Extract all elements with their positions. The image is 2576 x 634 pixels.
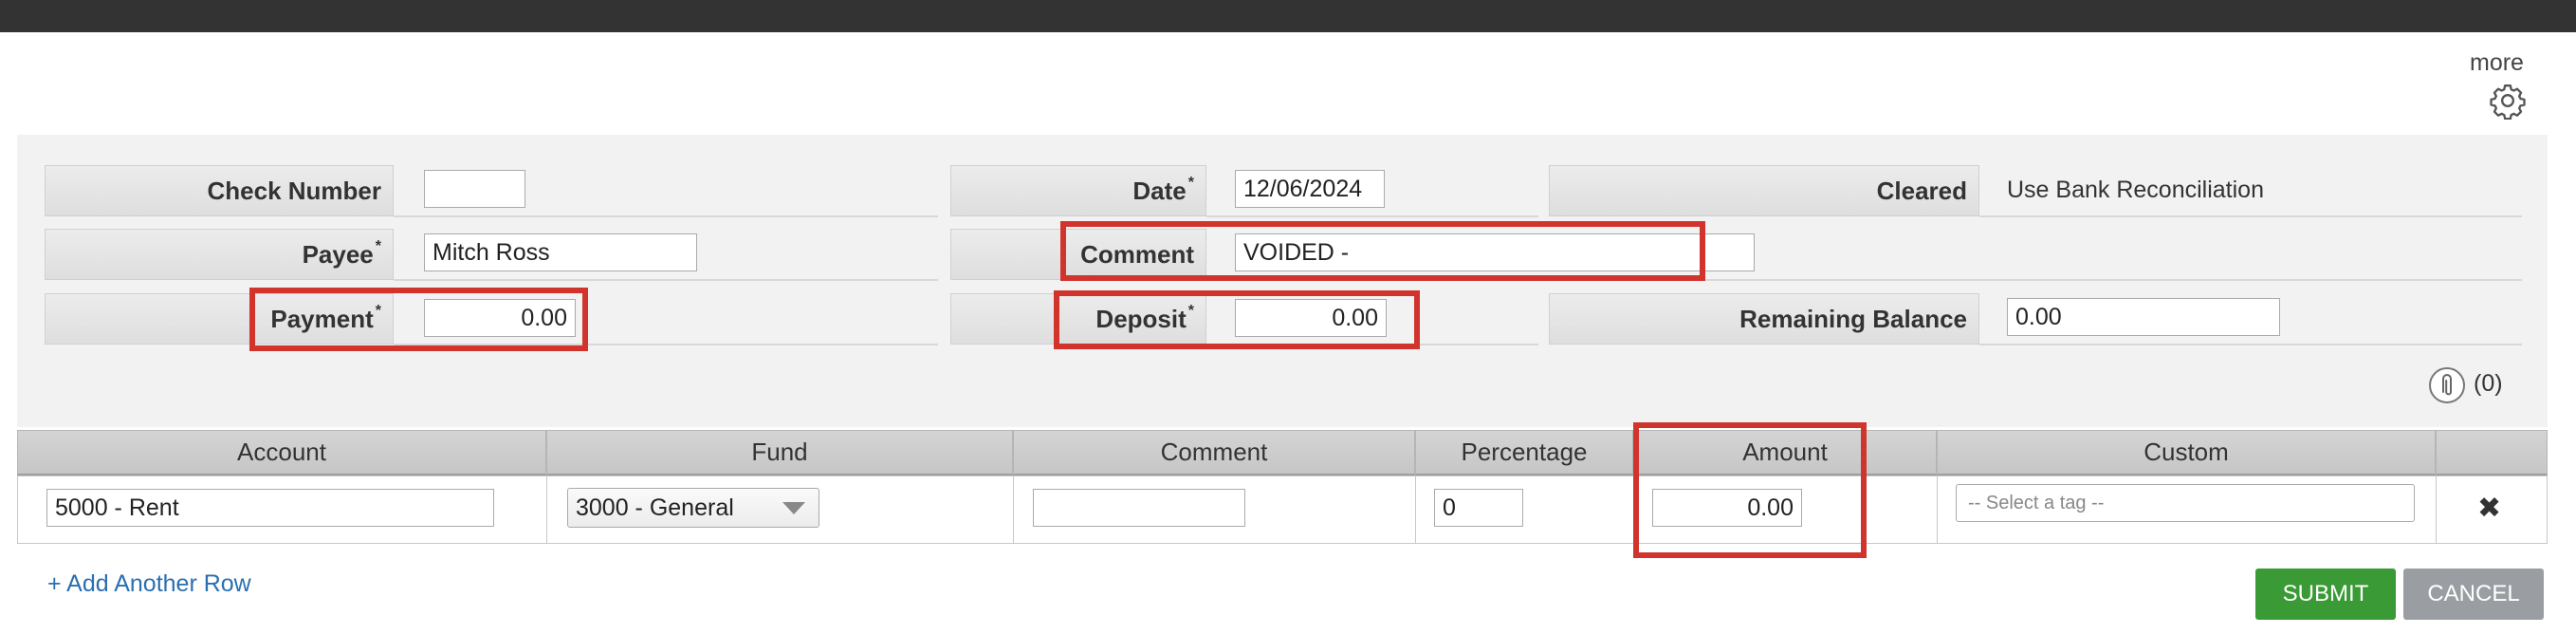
field-underline: [394, 215, 938, 217]
gear-icon[interactable]: [2489, 82, 2527, 120]
delete-row-icon[interactable]: ✖: [2477, 492, 2501, 525]
fund-select-value: 3000 - General: [576, 494, 734, 521]
paperclip-icon[interactable]: [2428, 366, 2466, 404]
chevron-down-icon: [782, 502, 805, 514]
column-header-actions: [2436, 430, 2548, 476]
cancel-button[interactable]: CANCEL: [2403, 569, 2544, 620]
column-header-fund: Fund: [546, 430, 1013, 476]
column-divider: [546, 476, 547, 544]
column-divider: [2436, 476, 2437, 544]
column-header-comment: Comment: [1013, 430, 1415, 476]
field-underline: [1979, 215, 2522, 217]
column-header-account: Account: [17, 430, 546, 476]
top-bar: [0, 0, 2576, 32]
attachment-count: (0): [2474, 370, 2503, 397]
fund-select[interactable]: 3000 - General: [567, 488, 819, 528]
payee-input[interactable]: [424, 233, 697, 271]
custom-tag-select[interactable]: -- Select a tag --: [1956, 484, 2415, 522]
check-number-label: Check Number: [45, 165, 394, 216]
highlight-box-deposit: [1054, 290, 1420, 349]
column-divider: [1415, 476, 1416, 544]
row-comment-input[interactable]: [1033, 489, 1245, 527]
account-input[interactable]: [46, 489, 494, 527]
date-label: Date *: [950, 165, 1206, 216]
add-another-row-link[interactable]: + Add Another Row: [47, 570, 251, 598]
column-divider: [1937, 476, 1938, 544]
cleared-value: Use Bank Reconciliation: [2007, 177, 2264, 203]
submit-button[interactable]: SUBMIT: [2255, 569, 2396, 620]
percentage-input[interactable]: [1434, 489, 1523, 527]
more-label[interactable]: more: [2470, 49, 2524, 77]
highlight-box-amount: [1633, 422, 1867, 558]
date-input[interactable]: [1235, 170, 1385, 208]
remaining-balance-label: Remaining Balance: [1549, 293, 1979, 345]
highlight-box-payment: [249, 288, 588, 351]
field-underline: [1979, 344, 2522, 345]
column-header-custom: Custom: [1937, 430, 2436, 476]
field-underline: [394, 279, 938, 281]
field-underline: [1206, 215, 1538, 217]
payee-label: Payee *: [45, 229, 394, 280]
cleared-label: Cleared: [1549, 165, 1979, 216]
check-number-input[interactable]: [424, 170, 525, 208]
column-divider: [1013, 476, 1014, 544]
remaining-balance-input[interactable]: [2007, 298, 2280, 336]
highlight-box-comment: [1060, 221, 1705, 281]
column-header-percentage: Percentage: [1415, 430, 1633, 476]
custom-tag-placeholder: -- Select a tag --: [1968, 492, 2105, 513]
